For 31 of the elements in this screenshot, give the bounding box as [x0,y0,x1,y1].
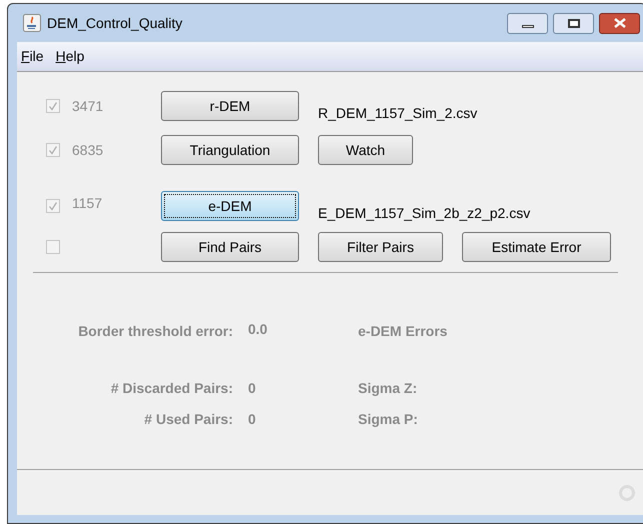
count-label: 6835 [72,140,104,160]
action-button[interactable]: Filter Pairs [318,232,443,262]
file-name: E_DEM_1157_Sim_2b_z2_p2.csv [318,204,530,223]
minimize-button[interactable] [507,12,548,34]
stat-label: Sigma Z: [358,379,418,398]
stat-label: # Used Pairs: [143,410,233,429]
stat-value: 0 [248,410,257,429]
close-icon [614,18,626,28]
stat-label: Border threshold error: [77,322,233,341]
menu-item[interactable]: Help [56,46,84,67]
stat-value: 0.0 [248,320,268,339]
maximize-button[interactable] [553,12,594,34]
action-button[interactable]: Triangulation [161,135,299,165]
window-title: DEM_Control_Quality [47,14,182,33]
stat-value: 0 [248,379,257,398]
check-icon [48,201,58,211]
action-button[interactable]: r-DEM [161,91,299,121]
file-name: R_DEM_1157_Sim_2.csv [318,104,478,123]
stat-label: # Discarded Pairs: [110,379,233,398]
close-button[interactable] [599,12,640,34]
section-heading: e-DEM Errors [358,322,448,341]
action-button[interactable]: e-DEM [161,191,299,221]
menu-item[interactable]: File [21,46,44,67]
action-button[interactable]: Estimate Error [462,232,611,262]
check-icon [48,101,58,111]
action-button[interactable]: Find Pairs [161,232,299,262]
stat-label: Sigma P: [358,410,418,429]
check-icon [48,145,58,155]
count-label: 3471 [72,96,104,116]
count-label: 1157 [72,194,102,212]
action-button[interactable]: Watch [318,135,413,165]
